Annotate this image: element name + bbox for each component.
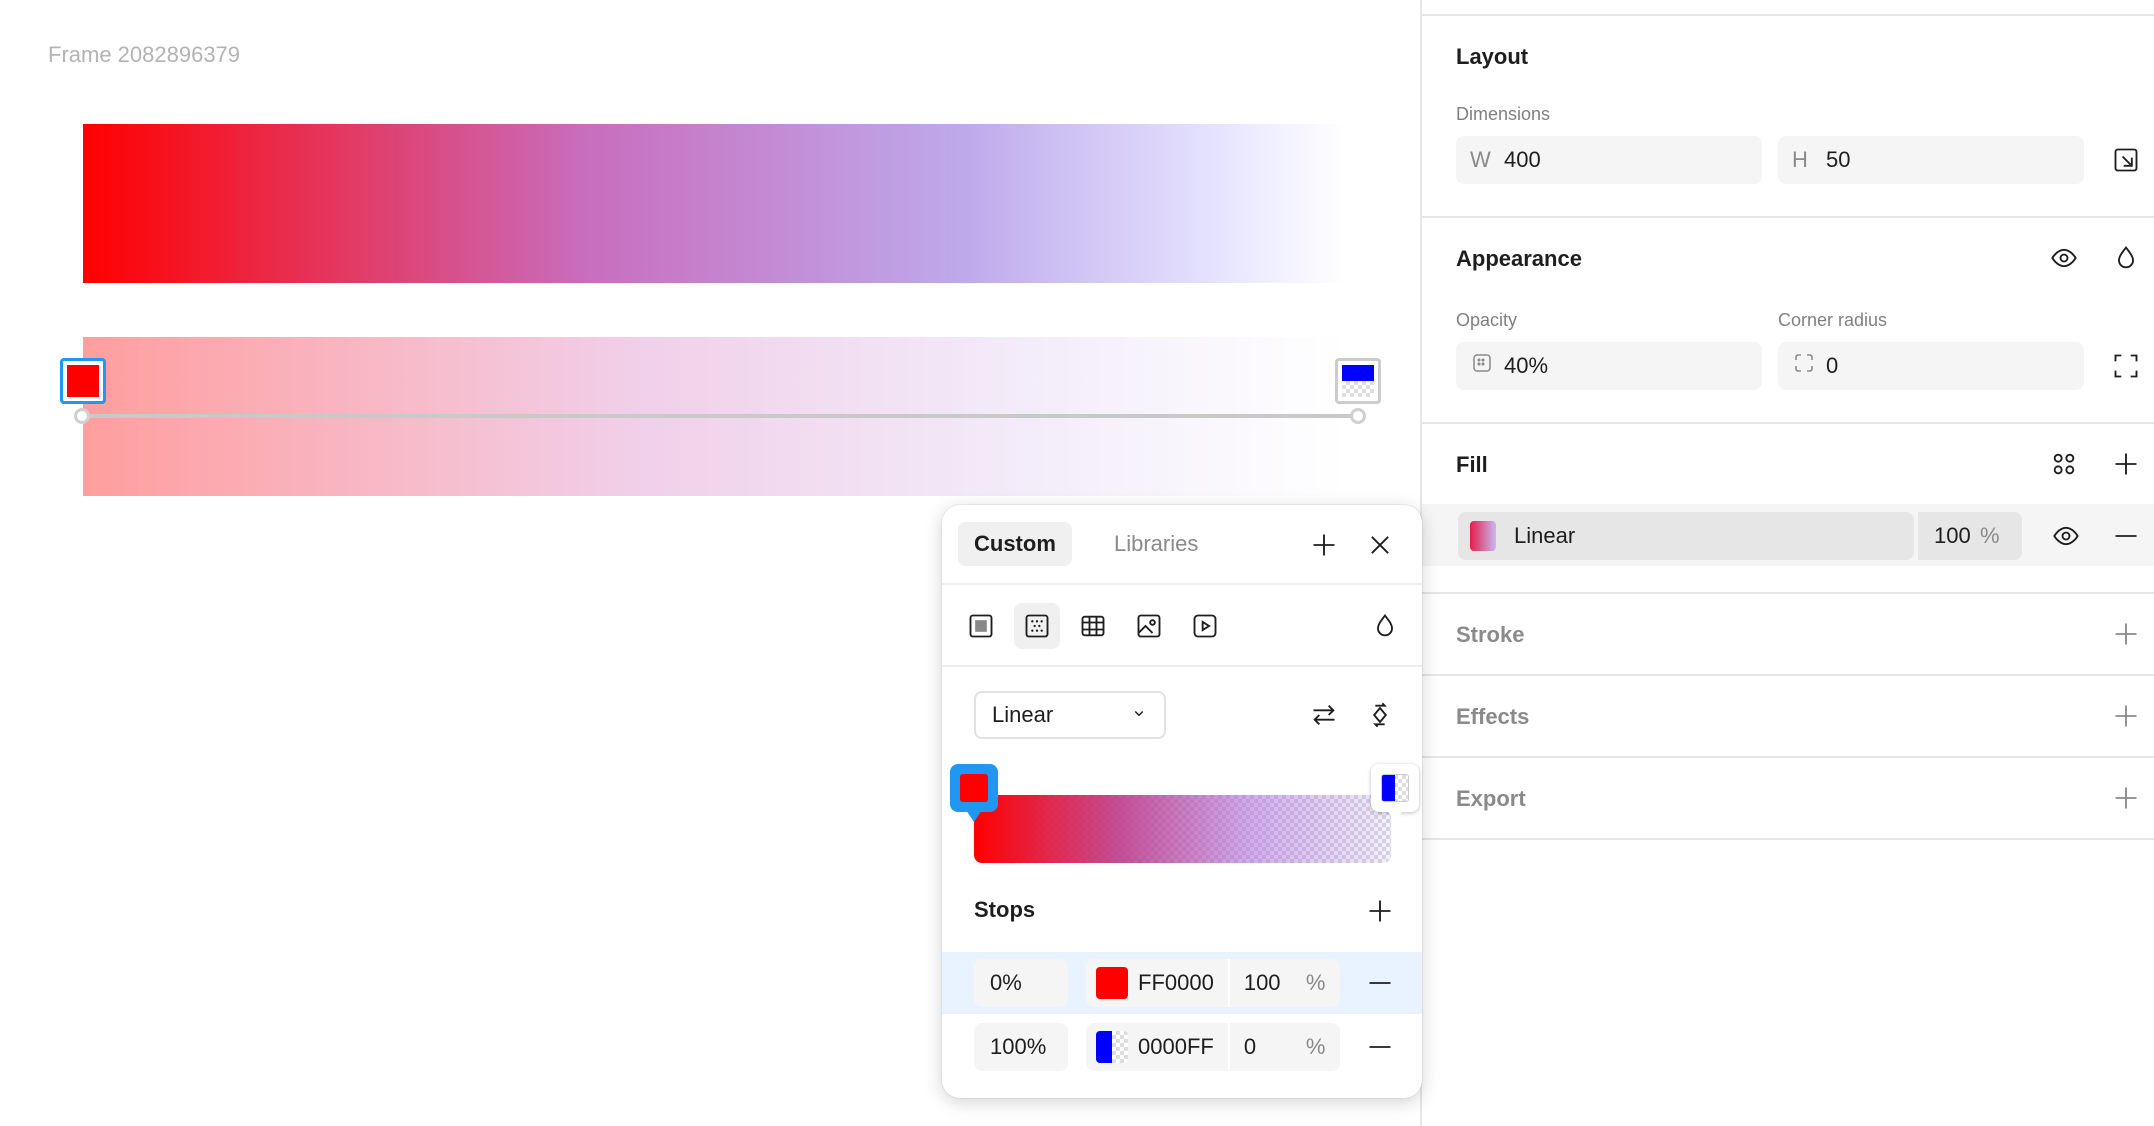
gradient-type-value: Linear [992, 702, 1054, 727]
add-fill-plus-icon[interactable] [2108, 446, 2144, 482]
appearance-section-title: Appearance [1456, 246, 1582, 271]
gradient-direction-line[interactable] [83, 414, 1359, 418]
divider [1422, 216, 2154, 218]
close-icon[interactable] [1362, 527, 1398, 563]
layout-section-title: Layout [1456, 44, 1529, 69]
opacity-value[interactable]: 40% [1504, 353, 1548, 379]
stop-color-field[interactable]: FF0000 100 % [1086, 959, 1340, 1007]
height-field[interactable]: H 50 [1778, 136, 2084, 184]
stop-opacity-value[interactable]: 0 [1244, 1034, 1284, 1060]
fill-gradient-swatch [1470, 521, 1496, 551]
flip-gradient-icon[interactable] [1306, 697, 1342, 733]
add-effect-plus-icon[interactable] [2108, 698, 2144, 734]
corner-radius-label: Corner radius [1778, 310, 1888, 330]
width-value[interactable]: 400 [1504, 147, 1541, 173]
stop-position-field[interactable]: 0% [974, 959, 1068, 1007]
divider [1422, 756, 2154, 758]
canvas-stop-start[interactable] [60, 358, 106, 404]
eye-icon[interactable] [2046, 240, 2082, 276]
rotate-gradient-icon[interactable] [1362, 697, 1398, 733]
height-prefix: H [1792, 147, 1808, 172]
remove-stop-minus-icon[interactable] [1362, 965, 1398, 1001]
tab-custom[interactable]: Custom [958, 522, 1072, 566]
corner-radius-field[interactable]: 0 [1778, 342, 2084, 390]
resize-to-fit-icon[interactable] [2108, 142, 2144, 178]
independent-corners-icon[interactable] [2108, 348, 2144, 384]
height-value[interactable]: 50 [1826, 147, 1850, 173]
frame-label[interactable]: Frame 2082896379 [48, 42, 240, 68]
blend-drop-icon[interactable] [1362, 603, 1408, 649]
opacity-icon [1470, 351, 1504, 381]
divider [1422, 838, 2154, 840]
stop-color-swatch[interactable] [1096, 1031, 1128, 1063]
divider [942, 583, 1422, 585]
stop-row-0[interactable]: 0% FF0000 100 % [942, 952, 1422, 1014]
fill-type-label: Linear [1514, 523, 1576, 548]
fill-section-title: Fill [1456, 452, 1488, 477]
gradient-start-handle[interactable] [74, 408, 90, 424]
opacity-field[interactable]: 40% [1456, 342, 1762, 390]
chevron-down-icon [1130, 702, 1148, 728]
divider [1422, 674, 2154, 676]
gradient-preview-bar[interactable] [974, 795, 1391, 863]
blend-mode-drop-icon[interactable] [2108, 240, 2144, 276]
effects-section-title[interactable]: Effects [1456, 704, 1529, 730]
stop-position-field[interactable]: 100% [974, 1023, 1068, 1071]
width-field[interactable]: W 400 [1456, 136, 1762, 184]
remove-fill-minus-icon[interactable] [2108, 518, 2144, 554]
properties-panel: Layout Dimensions W 400 H 50 Appearance … [1420, 0, 2154, 1126]
add-export-plus-icon[interactable] [2108, 780, 2144, 816]
fill-opacity-unit: % [1980, 523, 2000, 548]
fill-picker-popup: Custom Libraries Linear Stops 0% FF0000 … [942, 505, 1422, 1098]
stop-hex-value[interactable]: FF0000 [1138, 970, 1214, 996]
gradient-type-dropdown[interactable]: Linear [974, 691, 1166, 739]
styles-grid-icon[interactable] [2046, 446, 2082, 482]
tab-libraries[interactable]: Libraries [1098, 522, 1214, 566]
add-stroke-plus-icon[interactable] [2108, 616, 2144, 652]
stop-color-swatch[interactable] [1096, 967, 1128, 999]
width-prefix: W [1470, 147, 1491, 172]
opacity-label: Opacity [1456, 310, 1518, 330]
image-fill-icon[interactable] [1126, 603, 1172, 649]
solid-fill-icon[interactable] [958, 603, 1004, 649]
dimensions-label: Dimensions [1456, 104, 1551, 124]
stops-title: Stops [974, 897, 1036, 922]
fill-visibility-eye-icon[interactable] [2048, 518, 2084, 554]
corner-radius-value[interactable]: 0 [1826, 353, 1838, 379]
divider [942, 665, 1422, 667]
pattern-fill-icon[interactable] [1070, 603, 1116, 649]
stroke-section-title[interactable]: Stroke [1456, 622, 1524, 648]
add-style-plus-icon[interactable] [1306, 527, 1342, 563]
corner-radius-icon [1792, 351, 1826, 381]
add-stop-plus-icon[interactable] [1362, 893, 1398, 929]
canvas-stop-end[interactable] [1335, 358, 1381, 404]
stop-hex-value[interactable]: 0000FF [1138, 1034, 1214, 1060]
divider [1422, 422, 2154, 424]
video-fill-icon[interactable] [1182, 603, 1228, 649]
stop-color-field[interactable]: 0000FF 0 % [1086, 1023, 1340, 1071]
gradient-fill-icon[interactable] [1014, 603, 1060, 649]
gradient-stop-marker-start[interactable] [950, 764, 998, 822]
stop-opacity-unit: % [1305, 970, 1326, 995]
gradient-rectangle-preview[interactable] [83, 124, 1345, 283]
divider [1422, 14, 2154, 16]
gradient-end-handle[interactable] [1350, 408, 1366, 424]
fill-opacity-field[interactable]: 100 % [1918, 512, 2022, 560]
remove-stop-minus-icon[interactable] [1362, 1029, 1398, 1065]
divider [1422, 592, 2154, 594]
fill-type-field[interactable]: Linear [1458, 512, 1914, 560]
gradient-stop-marker-end[interactable] [1371, 764, 1419, 822]
stop-opacity-unit: % [1305, 1034, 1326, 1059]
export-section-title[interactable]: Export [1456, 786, 1526, 812]
fill-opacity-value[interactable]: 100 [1934, 523, 1980, 549]
stop-row-1[interactable]: 100% 0000FF 0 % [942, 1016, 1422, 1078]
stop-opacity-value[interactable]: 100 [1244, 970, 1284, 996]
